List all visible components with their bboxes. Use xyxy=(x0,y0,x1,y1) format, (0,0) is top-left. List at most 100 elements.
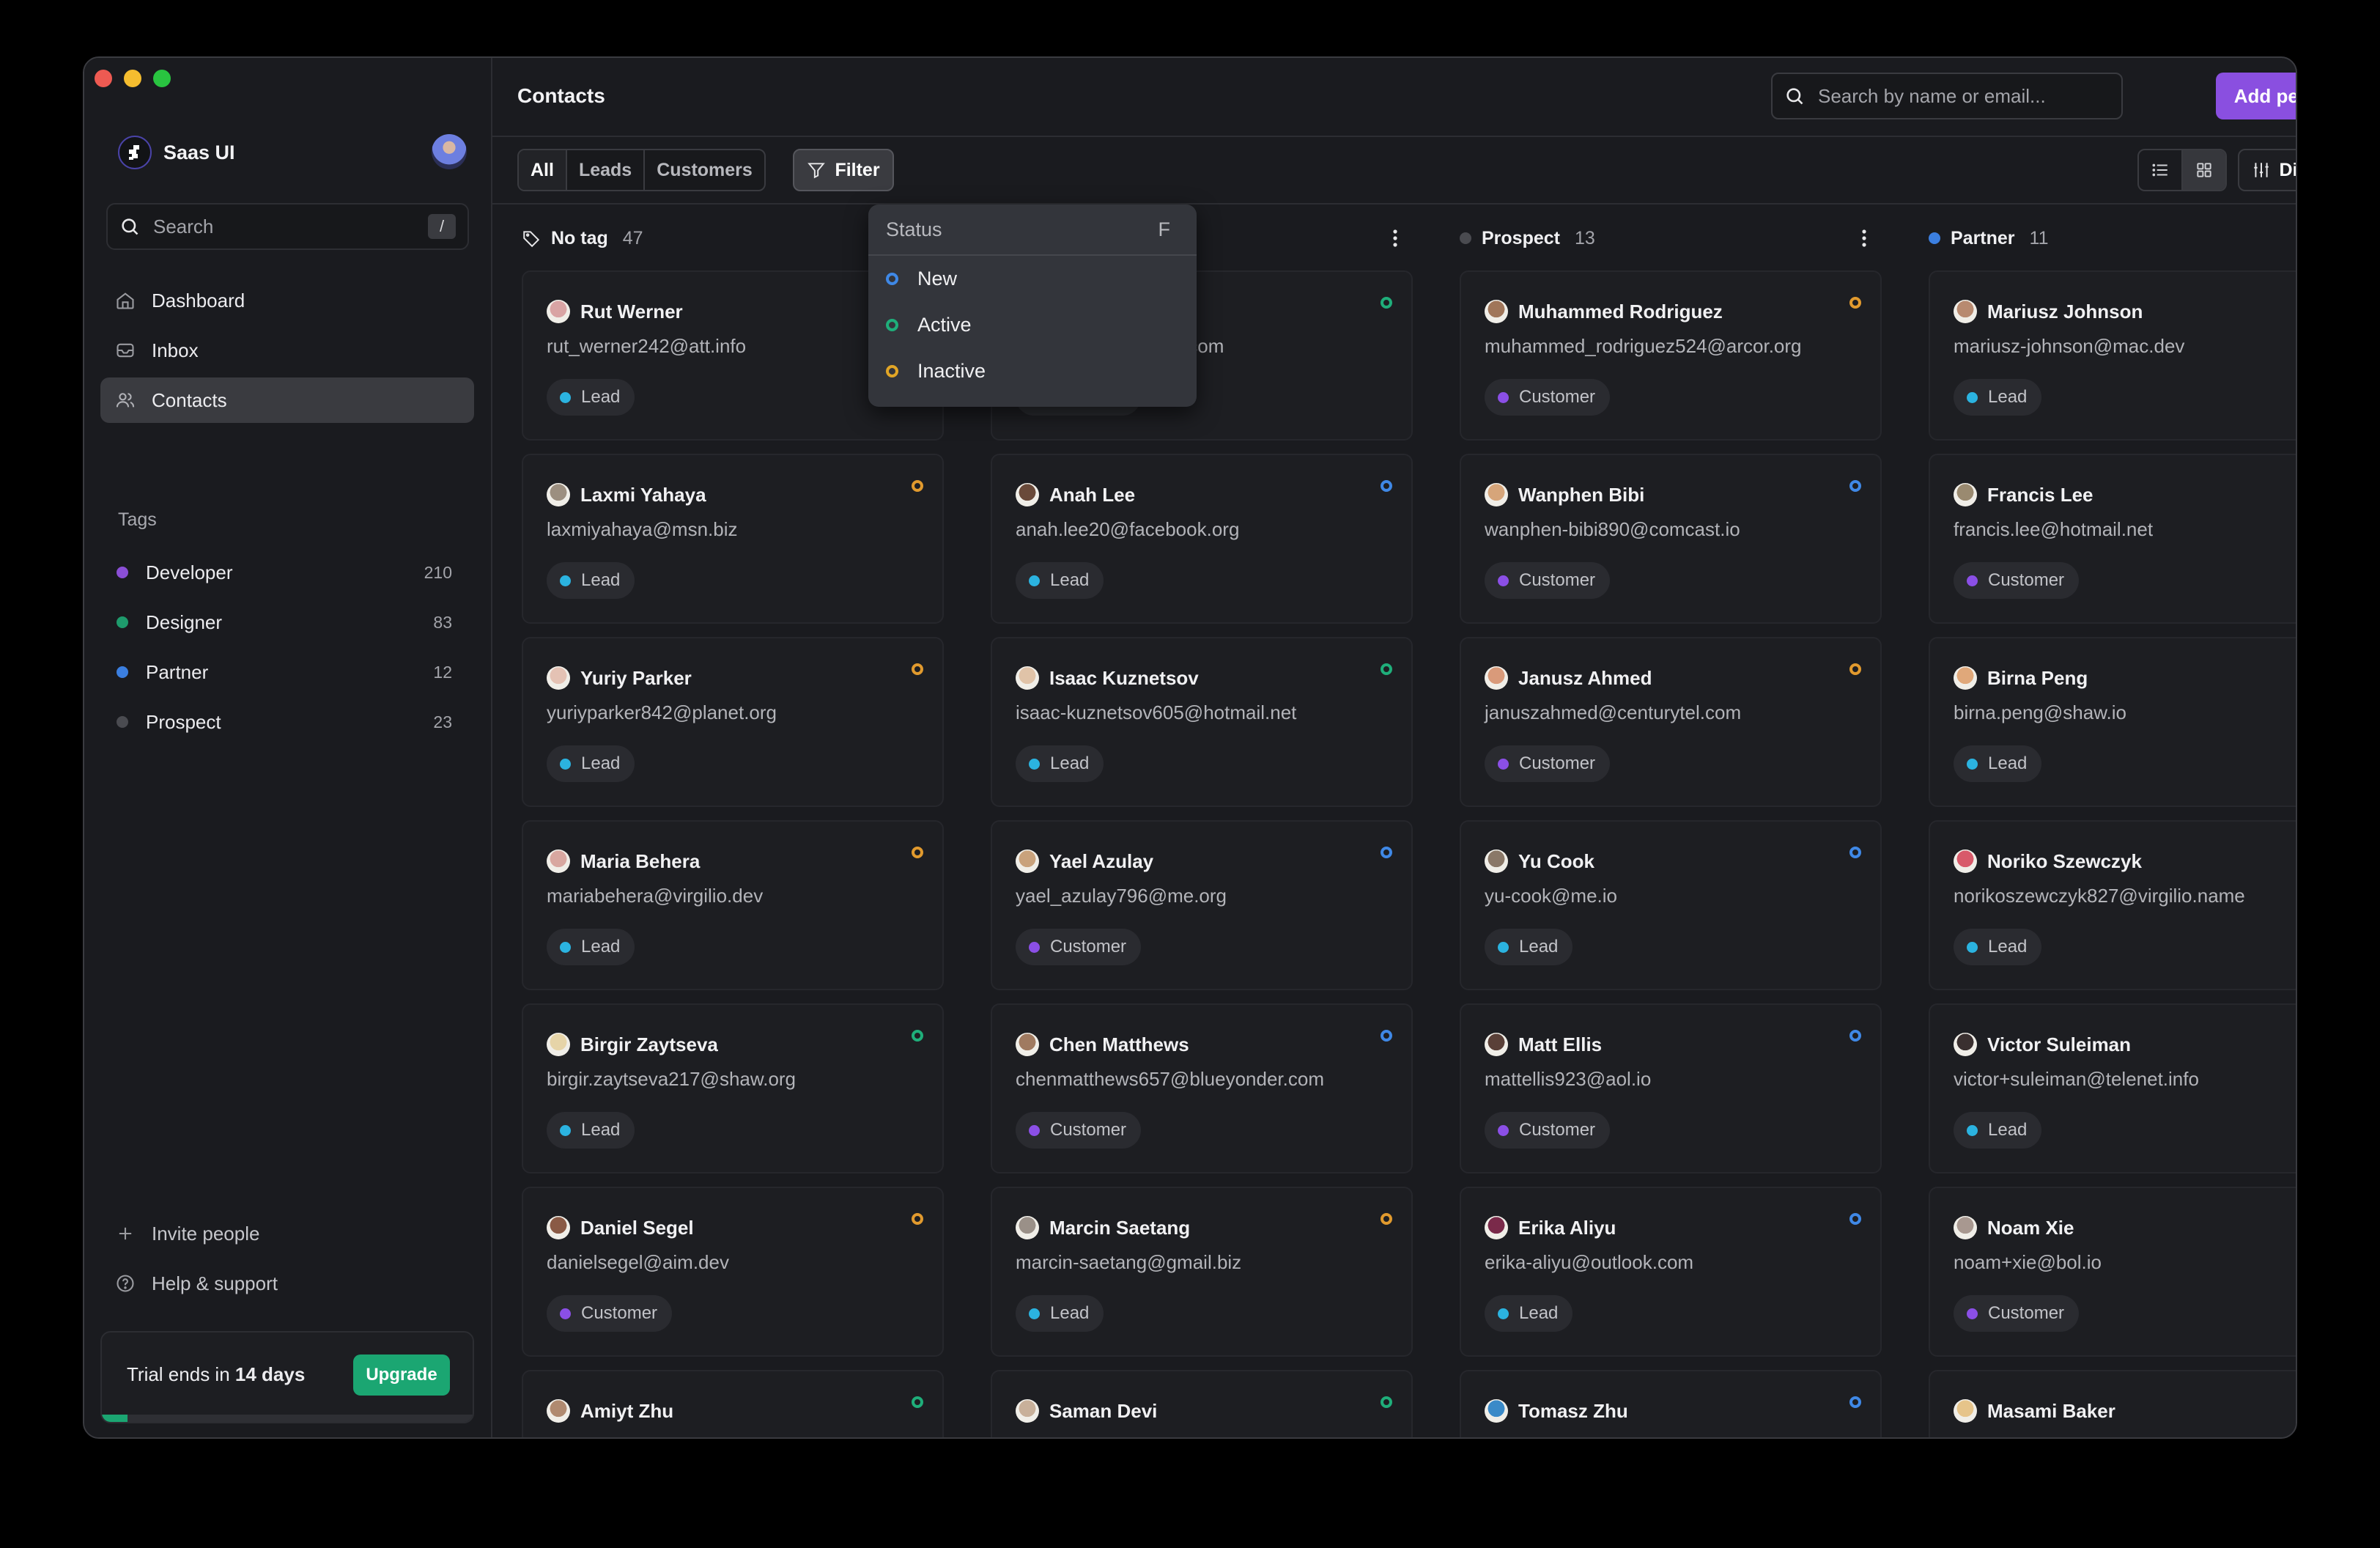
contact-avatar xyxy=(547,849,570,873)
contact-avatar xyxy=(1016,483,1039,506)
contact-email: muhammed_rodriguez524@arcor.org xyxy=(1485,335,1802,357)
contact-card[interactable]: Laxmi Yahaya laxmiyahaya@msn.biz Lead xyxy=(522,454,944,624)
sidebar-item-contacts[interactable]: Contacts xyxy=(100,377,474,423)
contact-card[interactable]: Masami Baker xyxy=(1929,1370,2296,1437)
sidebar-tag-designer[interactable]: Designer 83 xyxy=(100,597,474,647)
more-vertical-icon[interactable] xyxy=(1388,228,1402,248)
contact-type-label: Customer xyxy=(1519,753,1596,773)
invite-people-link[interactable]: Invite people xyxy=(100,1209,474,1258)
contact-email: anah.lee20@facebook.org xyxy=(1016,518,1240,540)
filter-option-new[interactable]: New xyxy=(868,256,1197,302)
trial-prefix: Trial ends in xyxy=(127,1363,235,1385)
type-color-dot xyxy=(1967,1308,1978,1319)
sidebar-tag-developer[interactable]: Developer 210 xyxy=(100,548,474,597)
contact-card[interactable]: Chen Matthews chenmatthews657@blueyonder.… xyxy=(991,1003,1413,1173)
contact-type-label: Lead xyxy=(581,1120,621,1140)
contact-card[interactable]: Anah Lee anah.lee20@facebook.org Lead xyxy=(991,454,1413,624)
type-color-dot xyxy=(1498,575,1509,586)
contact-card[interactable]: Yu Cook yu-cook@me.io Lead xyxy=(1460,820,1882,990)
contact-card[interactable]: Noriko Szewczyk norikoszewczyk827@virgili… xyxy=(1929,820,2296,990)
contact-card[interactable]: Muhammed Rodriguez muhammed_rodriguez524@… xyxy=(1460,270,1882,441)
contact-card[interactable]: Wanphen Bibi wanphen-bibi890@comcast.io Cu… xyxy=(1460,454,1882,624)
contact-type-label: Lead xyxy=(581,937,621,957)
contact-type-badge: Customer xyxy=(1016,1112,1142,1149)
filter-menu-header: Status F xyxy=(868,204,1197,256)
status-new-icon xyxy=(1381,847,1392,858)
contact-card[interactable]: Erika Aliyu erika-aliyu@outlook.com Lead xyxy=(1460,1187,1882,1357)
type-color-dot xyxy=(1029,575,1040,586)
help-support-link[interactable]: Help & support xyxy=(100,1258,474,1308)
upgrade-button[interactable]: Upgrade xyxy=(353,1354,450,1396)
sidebar-search-input[interactable]: Search / xyxy=(106,203,469,250)
tag-label: Partner xyxy=(146,660,209,683)
contact-avatar xyxy=(1016,1033,1039,1056)
contact-type-label: Lead xyxy=(1988,753,2028,773)
contact-name-row: Daniel Segel xyxy=(547,1216,694,1239)
tag-color-dot xyxy=(117,616,128,628)
sidebar-item-dashboard[interactable]: Dashboard xyxy=(100,278,474,323)
tab-leads[interactable]: Leads xyxy=(567,150,646,190)
sidebar-tag-prospect[interactable]: Prospect 23 xyxy=(100,697,474,747)
contact-name-row: Matt Ellis xyxy=(1485,1033,1602,1056)
close-window-button[interactable] xyxy=(95,70,112,87)
contact-card[interactable]: Daniel Segel danielsegel@aim.dev Customer xyxy=(522,1187,944,1357)
trial-days-remaining: 14 days xyxy=(234,1363,306,1385)
status-new-icon xyxy=(1381,1030,1392,1042)
contact-card[interactable]: Yael Azulay yael_azulay796@me.org Customer xyxy=(991,820,1413,990)
contact-card[interactable]: Amiyt Zhu xyxy=(522,1370,944,1437)
contact-name: Birgir Zaytseva xyxy=(580,1033,718,1055)
type-color-dot xyxy=(1967,758,1978,770)
contact-card[interactable]: Birna Peng birna.peng@shaw.io Lead xyxy=(1929,637,2296,807)
contact-card[interactable]: Victor Suleiman victor+suleiman@telenet.i… xyxy=(1929,1003,2296,1173)
contact-card[interactable]: Birgir Zaytseva birgir.zaytseva217@shaw.o… xyxy=(522,1003,944,1173)
filter-label: Filter xyxy=(835,159,880,180)
contact-name: Victor Suleiman xyxy=(1987,1033,2132,1055)
contact-avatar xyxy=(1016,666,1039,690)
contact-card[interactable]: Tomasz Zhu xyxy=(1460,1370,1882,1437)
type-color-dot xyxy=(1967,941,1978,953)
tab-customers[interactable]: Customers xyxy=(645,150,764,190)
contact-name-row: Isaac Kuznetsov xyxy=(1016,666,1199,690)
contact-card[interactable]: Saman Devi xyxy=(991,1370,1413,1437)
display-options-button[interactable]: Display xyxy=(2238,149,2296,191)
contact-type-label: Lead xyxy=(1519,937,1559,957)
contact-card[interactable]: Isaac Kuznetsov isaac-kuznetsov605@hotmai… xyxy=(991,637,1413,807)
sidebar-item-inbox[interactable]: Inbox xyxy=(100,328,474,373)
minimize-window-button[interactable] xyxy=(124,70,141,87)
contact-card[interactable]: Noam Xie noam+xie@bol.io Customer xyxy=(1929,1187,2296,1357)
contacts-search-field[interactable] xyxy=(1771,73,2123,119)
contact-email: marcin-saetang@gmail.biz xyxy=(1016,1251,1242,1273)
type-color-dot xyxy=(560,758,571,770)
column-header: Prospect 13 xyxy=(1460,206,1882,270)
status-inactive-icon xyxy=(1849,297,1861,309)
contact-type-label: Customer xyxy=(1050,1120,1127,1140)
filter-option-active[interactable]: Active xyxy=(868,302,1197,348)
contact-card[interactable]: Marcin Saetang marcin-saetang@gmail.biz Le… xyxy=(991,1187,1413,1357)
board-view-button[interactable] xyxy=(2181,150,2225,190)
contact-type-label: Lead xyxy=(581,753,621,773)
sidebar-tag-partner[interactable]: Partner 12 xyxy=(100,647,474,697)
contact-name: Marcin Saetang xyxy=(1049,1216,1191,1239)
user-avatar[interactable] xyxy=(432,134,467,169)
maximize-window-button[interactable] xyxy=(153,70,171,87)
tab-all[interactable]: All xyxy=(519,150,567,190)
contact-card[interactable]: Mariusz Johnson mariusz-johnson@mac.dev Le… xyxy=(1929,270,2296,441)
contact-card[interactable]: Janusz Ahmed januszahmed@centurytel.com Cu… xyxy=(1460,637,1882,807)
contact-card[interactable]: Yuriy Parker yuriyparker842@planet.org Lea… xyxy=(522,637,944,807)
contact-card[interactable]: Maria Behera mariabehera@virgilio.dev Lead xyxy=(522,820,944,990)
type-color-dot xyxy=(1029,1308,1040,1319)
board-column: Prospect 13 Muhammed Rodriguez muhammed_rod… xyxy=(1460,206,1882,1437)
add-person-button[interactable]: Add person xyxy=(2216,73,2296,119)
contacts-search-input[interactable] xyxy=(1818,84,2110,108)
more-vertical-icon[interactable] xyxy=(1857,228,1871,248)
contact-email: yael_azulay796@me.org xyxy=(1016,885,1227,907)
search-icon xyxy=(1786,88,1803,105)
brand[interactable]: Saas UI xyxy=(118,136,235,169)
contact-avatar xyxy=(1954,1399,1977,1423)
contact-avatar xyxy=(1954,1216,1977,1239)
contact-card[interactable]: Matt Ellis mattellis923@aol.io Customer xyxy=(1460,1003,1882,1173)
list-view-button[interactable] xyxy=(2139,150,2181,190)
filter-button[interactable]: Filter xyxy=(793,149,894,191)
filter-option-inactive[interactable]: Inactive xyxy=(868,348,1197,394)
contact-card[interactable]: Francis Lee francis.lee@hotmail.net Custom… xyxy=(1929,454,2296,624)
